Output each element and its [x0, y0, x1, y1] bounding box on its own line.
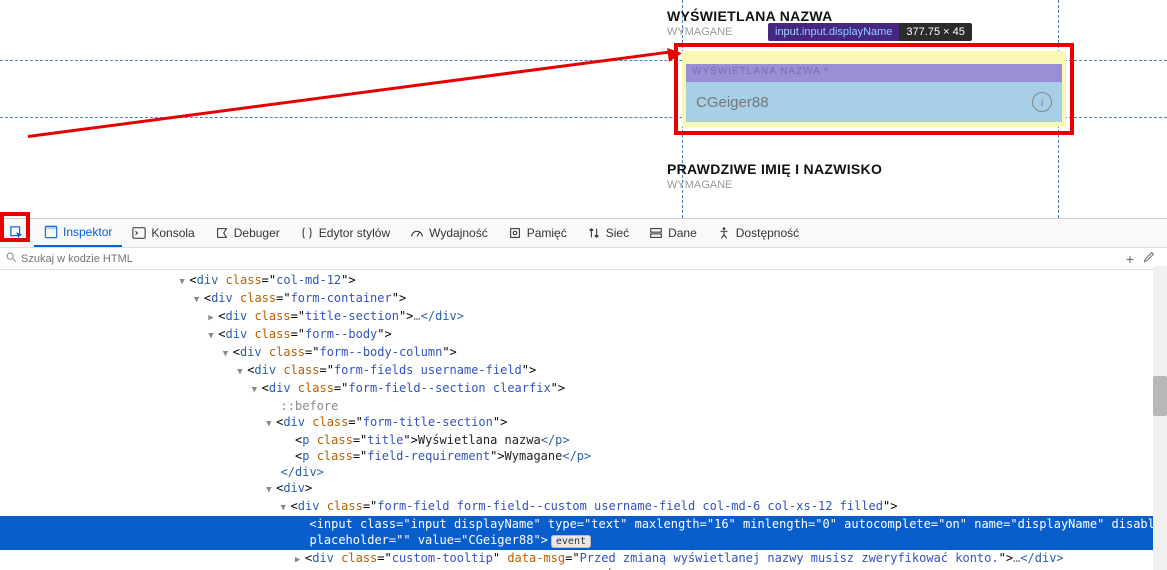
field-label-real-name: PRAWDZIWE IMIĘ I NAZWISKO: [667, 161, 1107, 177]
dom-node[interactable]: </div>: [0, 464, 1167, 480]
dom-node[interactable]: ▼<div>: [0, 480, 1167, 498]
storage-icon: [649, 226, 663, 240]
dom-node[interactable]: ▼<div class="form--body-column">: [0, 344, 1167, 362]
tab-console[interactable]: Konsola: [122, 219, 204, 247]
tab-label: Dane: [668, 226, 697, 240]
search-icon: [6, 252, 17, 266]
dom-node[interactable]: <p class="title">Wyświetlana nazwa</p>: [0, 432, 1167, 448]
console-icon: [132, 226, 146, 240]
dom-node[interactable]: ▼<div class="col-md-12">: [0, 272, 1167, 290]
annotation-arrow: [28, 51, 669, 138]
html-search-input[interactable]: [21, 253, 1126, 265]
dom-node[interactable]: ▼<div class="form--body">: [0, 326, 1167, 344]
dom-node[interactable]: ▶<div class="title-section">…</div>: [0, 308, 1167, 326]
tab-label: Sieć: [606, 226, 629, 240]
annotation-arrow-head: [667, 46, 683, 62]
tab-memory[interactable]: Pamięć: [498, 219, 577, 247]
accessibility-icon: [717, 226, 731, 240]
dom-node[interactable]: <p class="field-requirement">Wymagane</p…: [0, 448, 1167, 464]
performance-icon: [410, 226, 424, 240]
tab-label: Debuger: [234, 226, 280, 240]
dom-pseudo[interactable]: ::before: [0, 398, 1167, 414]
tab-label: Wydajność: [429, 226, 488, 240]
add-node-button[interactable]: +: [1126, 251, 1134, 267]
dom-node[interactable]: ▼<div class="form-field--section clearfi…: [0, 380, 1167, 398]
inspector-icon: [44, 225, 58, 239]
devtools-tab-bar: Inspektor Konsola Debuger Edytor stylów …: [0, 218, 1167, 248]
tab-label: Inspektor: [63, 225, 112, 239]
scrollbar-vertical[interactable]: [1153, 266, 1167, 570]
tab-performance[interactable]: Wydajność: [400, 219, 498, 247]
dom-tree-panel[interactable]: ▼<div class="col-md-12"> ▼<div class="fo…: [0, 270, 1167, 570]
field-label-display-name: WYŚWIETLANA NAZWA: [667, 8, 1107, 24]
network-icon: [587, 226, 601, 240]
tab-label: Konsola: [151, 226, 194, 240]
input-value-display: CGeiger88: [696, 94, 769, 111]
dom-node[interactable]: ▶<div class="custom-tooltip" data-msg="P…: [0, 550, 1167, 568]
inspector-element-tooltip: input.input.displayName 377.75 × 45: [768, 23, 972, 41]
tab-storage[interactable]: Dane: [639, 219, 707, 247]
tab-label: Pamięć: [527, 226, 567, 240]
tab-style-editor[interactable]: Edytor stylów: [290, 219, 400, 247]
memory-icon: [508, 226, 522, 240]
debugger-icon: [215, 226, 229, 240]
tab-label: Dostępność: [736, 226, 799, 240]
dom-node-selected[interactable]: <input class="input displayName" type="t…: [0, 516, 1167, 550]
event-badge[interactable]: event: [551, 535, 591, 548]
highlight-annotation-picker: [0, 212, 30, 242]
style-editor-icon: [300, 226, 314, 240]
highlight-annotation-main: WYŚWIETLANA NAZWA * CGeiger88 i: [674, 43, 1074, 135]
info-icon: i: [1032, 92, 1052, 112]
field-required: WYMAGANE: [667, 179, 1107, 191]
dom-node[interactable]: ▼<div class="form-field form-field--cust…: [0, 498, 1167, 516]
tab-accessibility[interactable]: Dostępność: [707, 219, 809, 247]
dom-node[interactable]: ▼<div class="form-title-section">: [0, 414, 1167, 432]
tab-label: Edytor stylów: [319, 226, 390, 240]
page-viewport: WYŚWIETLANA NAZWA WYMAGANE PRAWDZIWE IMI…: [0, 0, 1167, 218]
scrollbar-thumb[interactable]: [1153, 376, 1167, 416]
tab-inspector[interactable]: Inspektor: [34, 219, 122, 247]
dom-node[interactable]: ▼<div class="form-fields username-field"…: [0, 362, 1167, 380]
tab-network[interactable]: Sieć: [577, 219, 639, 247]
html-search-bar: +: [0, 248, 1167, 270]
dom-node[interactable]: ▼<div class="form-container">: [0, 290, 1167, 308]
tab-debugger[interactable]: Debuger: [205, 219, 290, 247]
eyedropper-button[interactable]: [1142, 251, 1155, 267]
overlay-label: WYŚWIETLANA NAZWA *: [692, 66, 829, 77]
